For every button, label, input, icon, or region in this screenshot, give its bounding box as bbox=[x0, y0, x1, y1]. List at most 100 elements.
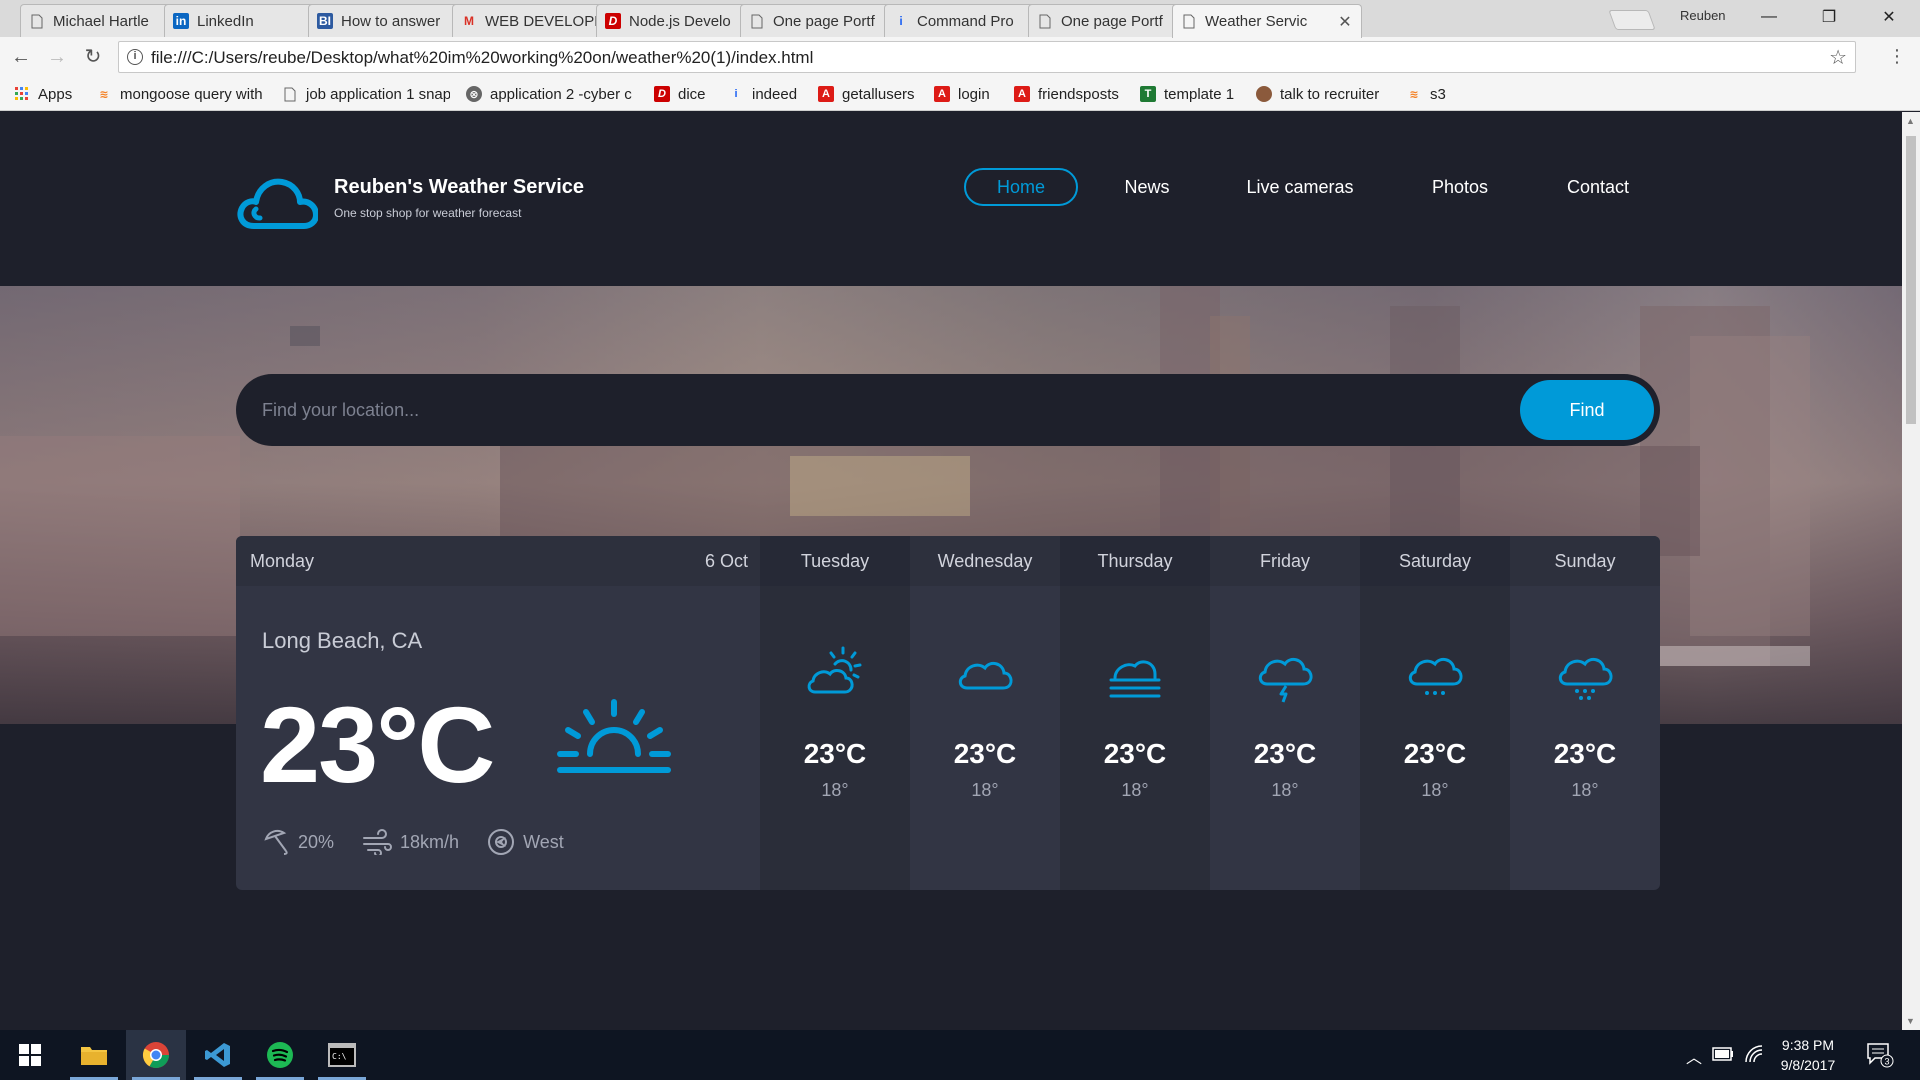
taskbar-clock[interactable]: 9:38 PM 9/8/2017 bbox=[1766, 1035, 1850, 1075]
bookmarks-bar: Apps ≋ mongoose query with job applicati… bbox=[0, 77, 1920, 111]
page-icon bbox=[282, 86, 298, 102]
forecast-high: 23°C bbox=[803, 738, 867, 769]
restore-icon[interactable]: ❐ bbox=[1806, 0, 1852, 34]
wind-icon bbox=[363, 829, 392, 855]
chevron-up-icon[interactable]: ︿ bbox=[1686, 1044, 1702, 1068]
bookmark-star-icon[interactable]: ☆ bbox=[1829, 45, 1847, 70]
bookmark-label: dice bbox=[678, 85, 706, 103]
back-arrow-icon[interactable]: ← bbox=[8, 45, 34, 69]
wind-direction-value: West bbox=[523, 831, 564, 852]
reload-icon[interactable]: ↻ bbox=[80, 45, 106, 69]
rain-icon bbox=[1408, 657, 1463, 695]
address-bar[interactable]: i file:///C:/Users/reube/Desktop/what%20… bbox=[118, 41, 1856, 73]
angular-icon: A bbox=[1014, 86, 1030, 102]
new-tab-button[interactable] bbox=[1608, 10, 1656, 30]
minimize-icon[interactable]: — bbox=[1746, 0, 1792, 34]
location-search-input[interactable] bbox=[262, 392, 1492, 428]
forecast-day-card: Sunday 23°C 18° bbox=[1510, 536, 1660, 890]
bookmark-item[interactable]: D dice bbox=[654, 84, 706, 104]
chrome-icon[interactable] bbox=[126, 1030, 186, 1080]
profile-name[interactable]: Reuben bbox=[1680, 8, 1726, 23]
site-title[interactable]: Reuben's Weather Service bbox=[334, 176, 584, 199]
wifi-icon[interactable] bbox=[1744, 1044, 1764, 1069]
bookmark-item[interactable]: job application 1 snap bbox=[282, 84, 450, 104]
bookmark-item[interactable]: ⊗ application 2 -cyber c bbox=[466, 84, 638, 104]
bookmark-item[interactable]: A getallusers bbox=[818, 84, 915, 104]
nav-news[interactable]: News bbox=[1110, 168, 1184, 206]
forecast-low: 18° bbox=[821, 780, 849, 800]
bookmark-item[interactable]: ≋ mongoose query with bbox=[96, 84, 262, 104]
url-text[interactable]: file:///C:/Users/reube/Desktop/what%20im… bbox=[151, 48, 813, 68]
dice-icon: D bbox=[605, 13, 621, 29]
forecast-low: 18° bbox=[971, 780, 999, 800]
forecast-high: 23°C bbox=[953, 738, 1017, 769]
find-button[interactable]: Find bbox=[1520, 380, 1654, 440]
page-icon bbox=[749, 13, 765, 29]
bookmark-label: template 1 bbox=[1164, 85, 1235, 103]
windows-start-icon[interactable] bbox=[0, 1030, 60, 1080]
forecast-low: 18° bbox=[1121, 780, 1149, 800]
nav-photos[interactable]: Photos bbox=[1418, 168, 1502, 206]
forward-arrow-icon[interactable]: → bbox=[44, 45, 70, 69]
forecast-low: 18° bbox=[1571, 780, 1599, 800]
action-center-icon[interactable]: 3 bbox=[1866, 1042, 1894, 1073]
bookmark-item[interactable]: i indeed bbox=[728, 84, 797, 104]
bookmark-item[interactable]: ≋ s3 bbox=[1406, 84, 1446, 104]
bookmark-label: mongoose query with bbox=[120, 85, 262, 103]
vscode-icon[interactable] bbox=[188, 1030, 248, 1080]
bookmark-item[interactable]: talk to recruiter bbox=[1256, 84, 1379, 104]
clock-date: 9/8/2017 bbox=[1780, 1057, 1836, 1073]
partly-cloudy-icon bbox=[807, 646, 862, 694]
today-card: Monday 6 Oct Long Beach, CA 23°C 20% 18k… bbox=[236, 536, 760, 890]
clock-time: 9:38 PM bbox=[1781, 1037, 1835, 1053]
stack-icon: ≋ bbox=[1409, 88, 1419, 101]
cloud-logo-icon[interactable] bbox=[236, 174, 318, 232]
page-scrollbar[interactable]: ▲ ▼ bbox=[1902, 112, 1920, 1030]
site-tagline: One stop shop for weather forecast bbox=[334, 206, 522, 220]
file-explorer-icon[interactable] bbox=[64, 1030, 124, 1080]
current-temperature: 23°C bbox=[260, 684, 495, 805]
info-icon[interactable]: i bbox=[127, 49, 143, 65]
terminal-icon[interactable]: C:\ bbox=[312, 1030, 372, 1080]
today-date: 6 Oct bbox=[704, 551, 748, 571]
scroll-up-arrow-icon[interactable]: ▲ bbox=[1906, 116, 1915, 126]
stack-icon: ≋ bbox=[99, 88, 109, 101]
bookmark-item[interactable]: A friendsposts bbox=[1014, 84, 1119, 104]
today-header: Monday 6 Oct bbox=[236, 536, 760, 586]
site-header: Reuben's Weather Service One stop shop f… bbox=[0, 112, 1902, 286]
scrollbar-thumb[interactable] bbox=[1906, 136, 1916, 424]
bookmark-apps[interactable]: Apps bbox=[14, 84, 72, 104]
windows-taskbar: C:\ ︿ 9:38 PM 9/8/2017 3 bbox=[0, 1030, 1920, 1080]
page-icon bbox=[1037, 13, 1053, 29]
nav-live-cameras[interactable]: Live cameras bbox=[1234, 168, 1366, 206]
forecast-day-name: Saturday bbox=[1360, 536, 1510, 586]
thunder-icon bbox=[1258, 657, 1313, 703]
forecast-day-name: Wednesday bbox=[910, 536, 1060, 586]
forecast-day-card: Wednesday 23°C 18° bbox=[910, 536, 1060, 890]
forecast-high: 23°C bbox=[1103, 738, 1167, 769]
page-icon bbox=[29, 13, 45, 29]
battery-icon[interactable] bbox=[1712, 1047, 1734, 1066]
bookmark-label: s3 bbox=[1430, 85, 1446, 103]
tab-close-icon[interactable]: ✕ bbox=[1337, 12, 1353, 32]
bookmark-label: friendsposts bbox=[1038, 85, 1119, 103]
bookmark-item[interactable]: A login bbox=[934, 84, 990, 104]
bookmark-item[interactable]: T template 1 bbox=[1140, 84, 1234, 104]
cyber-icon: ⊗ bbox=[466, 86, 482, 102]
bookmark-label: indeed bbox=[752, 85, 798, 103]
browser-toolbar: ← → ↻ i file:///C:/Users/reube/Desktop/w… bbox=[0, 37, 1920, 77]
browser-tab-active[interactable]: Weather Servic ✕ bbox=[1172, 4, 1362, 38]
close-window-icon[interactable]: ✕ bbox=[1866, 0, 1912, 34]
scroll-down-arrow-icon[interactable]: ▼ bbox=[1906, 1016, 1915, 1026]
page-icon bbox=[1181, 14, 1197, 30]
wind-speed-value: 18km/h bbox=[400, 831, 460, 852]
nav-home[interactable]: Home bbox=[964, 168, 1078, 206]
cloud-icon bbox=[958, 661, 1013, 690]
notification-count: 3 bbox=[1885, 1057, 1890, 1067]
wind-speed-stat: 18km/h bbox=[362, 829, 459, 855]
spotify-icon[interactable] bbox=[250, 1030, 310, 1080]
forecast-day-name: Friday bbox=[1210, 536, 1360, 586]
umbrella-icon bbox=[264, 830, 288, 855]
browser-menu-icon[interactable]: ⋮ bbox=[1888, 46, 1906, 67]
nav-contact[interactable]: Contact bbox=[1554, 168, 1642, 206]
